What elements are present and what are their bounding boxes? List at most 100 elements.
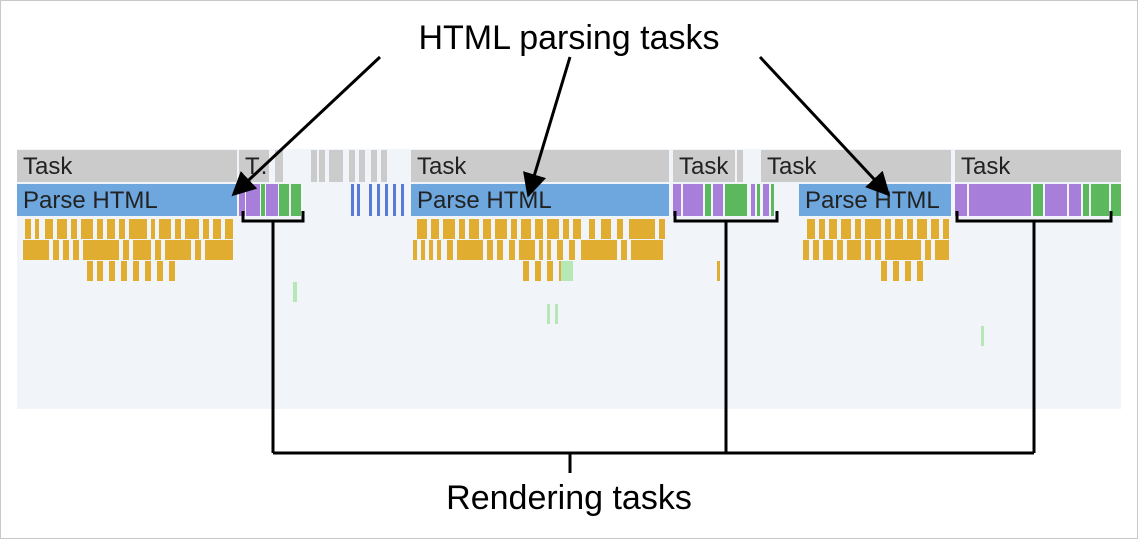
flame-bar [905,261,911,281]
flame-bar [119,219,125,239]
purple-chunk [751,184,755,216]
subrow-2 [17,240,1121,260]
flame-bar [87,261,93,281]
flame-bar [53,240,59,260]
flame-bar [133,261,139,281]
task-bar-label: Task [417,153,466,181]
flame-bar [563,219,569,239]
flame-bar [443,219,455,239]
flame-bar [535,261,541,281]
flame-bar [495,219,507,239]
task-bar-label: T… [245,153,267,181]
subrow-3 [17,261,1121,281]
task-bar [381,150,387,182]
flame-bar [483,219,491,239]
flame-bar [63,240,69,260]
green-chunk [1091,184,1109,216]
purple-chunk [266,184,278,216]
flame-bar [621,240,627,260]
flame-bar [569,240,575,260]
flame-bar [145,261,151,281]
flame-bar-lime [547,304,550,324]
flame-bar [417,219,427,239]
green-chunk [1111,184,1121,216]
blueln-chunk [401,184,404,216]
flame-bar [195,240,201,260]
flame-bar [601,219,611,239]
task-bar [371,150,377,182]
flame-bar [535,219,543,239]
flame-bar [225,219,233,239]
purple-chunk [713,184,723,216]
subrow-4 [17,282,1121,302]
label-rendering: Rendering tasks [446,479,692,518]
green-chunk [291,184,301,216]
parse-row: Parse HTMLParse HTMLParse HTML [17,183,1121,217]
green-chunk [1083,184,1089,216]
flame-chart: TaskT…TaskTaskTaskTask Parse HTMLParse H… [17,149,1121,409]
task-row: TaskT…TaskTaskTaskTask [17,149,1121,183]
flame-bar [659,219,665,239]
task-bar [329,150,343,182]
flame-bar [35,219,39,239]
flame-bar [165,240,191,260]
flame-bar [807,219,815,239]
flame-bar [717,261,720,281]
purple-chunk [969,184,1031,216]
flame-bar [617,219,623,239]
flame-bar [429,240,433,260]
flame-bar [823,240,833,260]
flame-bar [151,219,155,239]
subrow-7 [17,348,1121,368]
blueln-chunk [357,184,360,216]
flame-bar [73,240,79,260]
purple-chunk [683,184,703,216]
flame-bar [547,219,559,239]
flame-bar [847,240,861,260]
flame-bar [895,219,903,239]
blueln-chunk [351,184,354,216]
flame-bar [447,240,453,260]
green-chunk [261,184,265,216]
flame-bar [581,240,617,260]
task-bar: T… [239,150,269,182]
blueln-chunk [385,184,388,216]
flame-bar [573,219,581,239]
flame-bar [943,219,949,239]
flame-bar [459,219,465,239]
flame-bar [511,219,517,239]
flame-bar [155,240,161,260]
task-bar: Task [411,150,669,182]
task-bar-label: Task [961,153,1010,181]
flame-bar [819,219,825,239]
flame-bar [437,240,441,260]
flame-bar [875,240,881,260]
flame-bar [837,240,843,260]
flame-bar [917,261,923,281]
flame-bar [175,219,181,239]
flame-bar [431,219,439,239]
task-bar [311,150,317,182]
diagram-frame: HTML parsing tasks Rendering tasks TaskT… [0,0,1138,539]
flame-bar [629,219,655,239]
green-chunk [279,184,289,216]
parse-html-label: Parse HTML [23,187,158,215]
task-bar [359,150,365,182]
green-chunk [725,184,747,216]
green-chunk [1033,184,1043,216]
flame-bar [123,240,129,260]
flame-bar [57,219,67,239]
flame-bar [521,219,531,239]
flame-bar [45,219,53,239]
task-bar [349,150,355,182]
flame-bar [865,219,881,239]
flame-bar [185,219,199,239]
flame-bar-lime [293,282,297,302]
flame-bar [631,240,663,260]
parse-html-bar: Parse HTML [17,184,237,216]
task-bar: Task [955,150,1121,182]
flame-bar [547,240,551,260]
blueln-chunk [369,184,372,216]
flame-bar [25,219,31,239]
flame-bar [457,240,483,260]
